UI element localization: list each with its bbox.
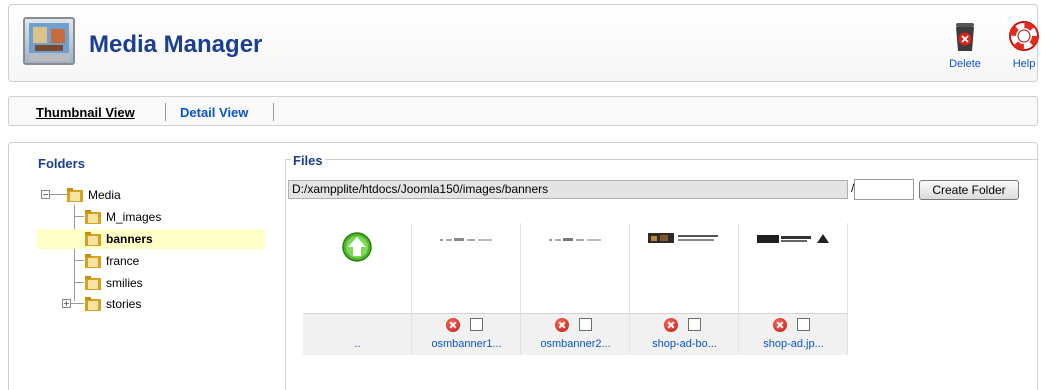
thumbnail-footer: .. <box>303 313 412 355</box>
select-checkbox[interactable] <box>579 318 592 331</box>
banner-thumbnail <box>648 233 718 243</box>
lifebuoy-help-icon <box>1009 21 1039 51</box>
folder-icon <box>85 232 101 246</box>
files-heading: Files <box>291 153 325 168</box>
folder-icon <box>85 254 101 268</box>
folder-icon <box>85 210 101 224</box>
page-title: Media Manager <box>89 31 263 58</box>
tree-collapse-toggle[interactable]: − <box>41 190 50 199</box>
tree-item-label: france <box>106 254 140 268</box>
folders-heading: Folders <box>38 156 85 171</box>
tree-item-banners[interactable]: banners <box>37 229 265 249</box>
select-checkbox[interactable] <box>797 318 810 331</box>
thumbnail-image <box>630 223 739 313</box>
delete-button[interactable]: Delete <box>944 19 986 79</box>
thumbnail-footer: osmbanner1... <box>412 313 521 355</box>
thumbnail-footer: shop-ad-bo... <box>630 313 739 355</box>
select-checkbox[interactable] <box>470 318 483 331</box>
thumbnail-item-up[interactable]: .. <box>303 223 412 355</box>
delete-label: Delete <box>949 58 981 70</box>
delete-file-icon[interactable] <box>446 318 460 332</box>
tree-connector <box>74 205 75 301</box>
thumbnail-item[interactable]: osmbanner2... <box>521 223 630 355</box>
thumbnail-item[interactable]: osmbanner1... <box>412 223 521 355</box>
tree-item-label: banners <box>106 232 153 246</box>
folder-icon <box>85 276 101 290</box>
thumbnail-image <box>739 223 848 313</box>
tree-item-label: Media <box>88 188 121 202</box>
folder-icon <box>85 297 101 311</box>
thumbnail-name[interactable]: osmbanner2... <box>521 338 630 350</box>
thumbnail-item[interactable]: shop-ad.jp... <box>739 223 848 355</box>
thumbnail-name[interactable]: shop-ad.jp... <box>739 338 848 350</box>
banner-thumbnail <box>440 238 492 241</box>
tab-detail-view[interactable]: Detail View <box>180 105 248 120</box>
thumbnail-footer: osmbanner2... <box>521 313 630 355</box>
header-panel: Media Manager Delete Help <box>8 4 1039 82</box>
tree-item-smilies[interactable]: smilies <box>84 273 234 293</box>
thumbnail-name[interactable]: osmbanner1... <box>412 338 521 350</box>
trash-delete-icon <box>956 23 974 51</box>
main-panel: Folders − Media M_images banners france <box>8 142 1038 390</box>
delete-file-icon[interactable] <box>773 318 787 332</box>
view-tabbar: Thumbnail View Detail View <box>8 96 1038 126</box>
tree-connector <box>74 282 84 283</box>
thumbnail-item[interactable]: shop-ad-bo... <box>630 223 739 355</box>
tree-connector <box>74 216 84 217</box>
tree-item-label: stories <box>106 297 142 311</box>
select-checkbox[interactable] <box>688 318 701 331</box>
tree-item-m-images[interactable]: M_images <box>84 207 234 227</box>
thumbnail-name[interactable]: .. <box>303 338 412 350</box>
tab-separator <box>165 103 166 121</box>
tree-item-label: smilies <box>106 276 143 290</box>
thumbnail-image <box>303 223 412 313</box>
create-folder-button[interactable]: Create Folder <box>919 180 1019 200</box>
tree-item-label: M_images <box>106 210 162 224</box>
help-button[interactable]: Help <box>1003 19 1045 79</box>
thumbnail-grid: .. osmbanner1... osmbanner2... shop-ad-b… <box>303 223 848 355</box>
banner-thumbnail <box>549 238 601 241</box>
banner-thumbnail <box>757 234 829 243</box>
thumbnail-footer: shop-ad.jp... <box>739 313 848 355</box>
current-path-field: D:/xampplite/htdocs/Joomla150/images/ban… <box>288 180 848 199</box>
thumbnail-image <box>521 223 630 313</box>
help-label: Help <box>1012 58 1036 70</box>
tab-thumbnail-view[interactable]: Thumbnail View <box>36 105 135 120</box>
tab-separator <box>273 103 274 121</box>
thumbnail-image <box>412 223 521 313</box>
tree-item-stories[interactable]: stories <box>84 294 234 314</box>
folder-icon <box>67 188 83 202</box>
tree-expand-toggle[interactable]: + <box>62 299 71 308</box>
new-folder-input[interactable] <box>854 179 914 200</box>
thumbnail-name[interactable]: shop-ad-bo... <box>630 338 739 350</box>
folder-up-arrow-icon[interactable] <box>341 231 373 263</box>
tree-item-france[interactable]: france <box>84 251 234 271</box>
tree-item-media[interactable]: Media <box>66 185 186 205</box>
tree-connector <box>74 260 84 261</box>
media-manager-icon <box>23 17 75 65</box>
delete-file-icon[interactable] <box>555 318 569 332</box>
delete-file-icon[interactable] <box>664 318 678 332</box>
